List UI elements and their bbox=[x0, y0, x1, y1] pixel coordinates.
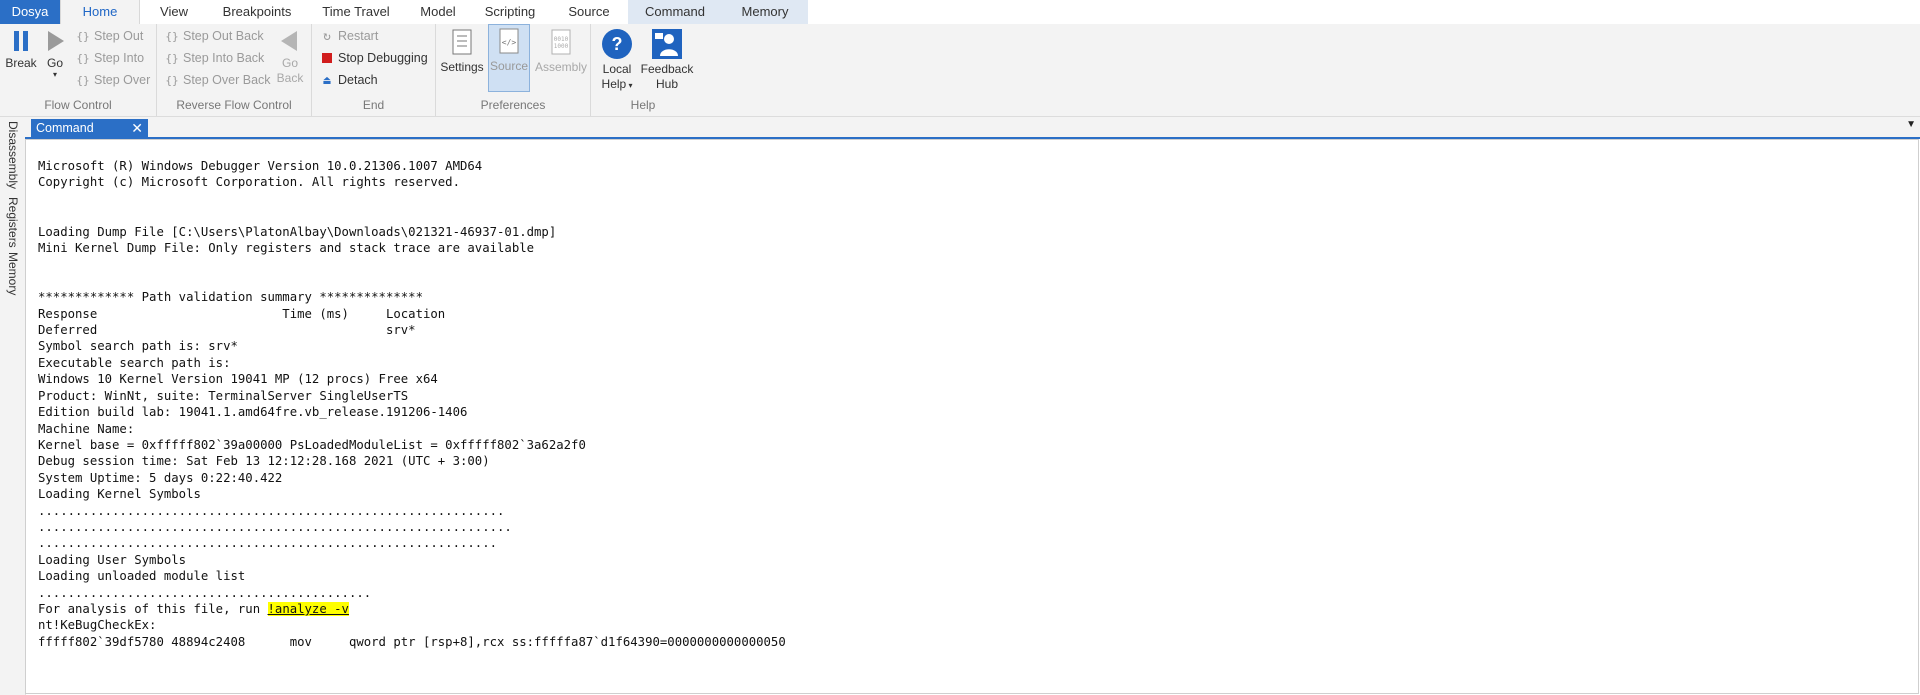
tab-view[interactable]: View bbox=[140, 0, 208, 24]
settings-button[interactable]: Settings bbox=[440, 26, 484, 75]
help-icon: ? bbox=[602, 29, 632, 59]
break-label: Break bbox=[5, 56, 37, 70]
tab-command[interactable]: Command bbox=[628, 0, 722, 24]
stop-debugging-button[interactable]: Stop Debugging bbox=[320, 48, 428, 68]
output-lines-before: Microsoft (R) Windows Debugger Version 1… bbox=[38, 159, 586, 600]
step-into-back-button[interactable]: {} Step Into Back bbox=[165, 48, 264, 68]
local-help-button[interactable]: ? Local Help ▾ bbox=[597, 26, 637, 93]
play-icon bbox=[48, 31, 64, 51]
stop-debugging-label: Stop Debugging bbox=[338, 51, 428, 65]
command-output-window[interactable]: Microsoft (R) Windows Debugger Version 1… bbox=[25, 139, 1919, 694]
restart-button[interactable]: ↻ Restart bbox=[320, 26, 378, 46]
svg-text:</>: </> bbox=[502, 38, 517, 47]
step-over-label: Step Over bbox=[94, 73, 151, 87]
command-output-text: Microsoft (R) Windows Debugger Version 1… bbox=[38, 158, 786, 650]
output-lines-after: nt!KeBugCheckEx: fffff802`39df5780 48894… bbox=[38, 618, 786, 649]
step-into-icon: {} bbox=[76, 52, 90, 65]
tab-memory[interactable]: Memory bbox=[722, 0, 808, 24]
go-back-label-line2: Back bbox=[276, 71, 304, 85]
go-label: Go bbox=[46, 56, 63, 70]
tab-scripting[interactable]: Scripting bbox=[470, 0, 550, 24]
document-tab-bar: Command ✕ ▼ bbox=[25, 117, 1920, 139]
step-over-back-label: Step Over Back bbox=[183, 73, 271, 87]
group-help: ? Local Help ▾ Feedback Hub Help bbox=[591, 24, 695, 116]
local-help-dropdown-icon: ▾ bbox=[626, 81, 633, 90]
assembly-mode-button[interactable]: 0010 1000 Assembly bbox=[534, 26, 588, 75]
step-out-icon: {} bbox=[76, 30, 90, 43]
feedback-hub-label-line2: Hub bbox=[655, 77, 678, 91]
settings-icon bbox=[452, 29, 472, 55]
preferences-group-label: Preferences bbox=[480, 98, 546, 112]
tab-breakpoints[interactable]: Breakpoints bbox=[208, 0, 306, 24]
analysis-prompt-text: For analysis of this file, run bbox=[38, 601, 268, 616]
tab-source[interactable]: Source bbox=[550, 0, 628, 24]
go-back-icon bbox=[281, 31, 297, 51]
settings-label: Settings bbox=[440, 60, 484, 74]
step-out-button[interactable]: {} Step Out bbox=[76, 26, 143, 46]
analyze-command-link[interactable]: !analyze -v bbox=[267, 601, 349, 616]
side-tab-registers[interactable]: Registers bbox=[6, 197, 20, 248]
tab-file[interactable]: Dosya bbox=[0, 0, 60, 24]
side-tab-memory[interactable]: Memory bbox=[6, 252, 20, 295]
group-flow-control: Break Go ▾ {} Step Out {} Step Into {} Step… bbox=[0, 24, 157, 116]
stop-icon bbox=[320, 49, 334, 69]
end-group-label: End bbox=[362, 98, 385, 112]
step-out-label: Step Out bbox=[94, 29, 144, 43]
group-reverse-flow-control: {} Step Out Back {} Step Into Back {} Step … bbox=[157, 24, 312, 116]
step-over-button[interactable]: {} Step Over bbox=[76, 70, 150, 90]
step-into-button[interactable]: {} Step Into bbox=[76, 48, 144, 68]
step-out-back-label: Step Out Back bbox=[183, 29, 264, 43]
ribbon: Break Go ▾ {} Step Out {} Step Into {} Step… bbox=[0, 24, 1920, 117]
side-tab-disassembly[interactable]: Disassembly bbox=[6, 121, 20, 189]
svg-text:?: ? bbox=[612, 34, 623, 54]
group-preferences: Settings </> Source 0010 1000 Assembly Pr… bbox=[436, 24, 591, 116]
local-help-label-line2: Help bbox=[601, 77, 627, 91]
feedback-hub-button[interactable]: Feedback Hub bbox=[639, 26, 695, 92]
flow-control-group-label: Flow Control bbox=[44, 98, 112, 112]
ribbon-tab-bar: Dosya Home View Breakpoints Time Travel … bbox=[0, 0, 1920, 24]
tab-time-travel[interactable]: Time Travel bbox=[306, 0, 406, 24]
restart-icon: ↻ bbox=[323, 29, 331, 44]
help-group-label: Help bbox=[630, 98, 656, 112]
step-out-back-button[interactable]: {} Step Out Back bbox=[165, 26, 264, 46]
side-tool-rail: Disassembly Registers Memory bbox=[0, 117, 26, 695]
restart-label: Restart bbox=[338, 29, 379, 43]
go-back-label-line1: Go bbox=[281, 56, 298, 70]
local-help-label-line1: Local bbox=[602, 62, 632, 76]
go-button[interactable]: Go ▾ bbox=[42, 26, 68, 79]
close-icon[interactable]: ✕ bbox=[131, 119, 143, 137]
break-button[interactable]: Break bbox=[4, 26, 38, 71]
feedback-hub-icon bbox=[652, 29, 682, 59]
svg-text:1000: 1000 bbox=[554, 43, 569, 50]
assembly-mode-label: Assembly bbox=[534, 60, 587, 74]
step-into-back-icon: {} bbox=[165, 52, 179, 65]
svg-text:0010: 0010 bbox=[554, 36, 569, 43]
step-over-back-button[interactable]: {} Step Over Back bbox=[165, 70, 271, 90]
command-tab-title: Command bbox=[36, 121, 94, 135]
command-document-tab[interactable]: Command ✕ bbox=[31, 119, 148, 137]
eject-icon: ⏏ bbox=[323, 73, 331, 87]
source-code-icon: </> bbox=[499, 28, 519, 54]
tab-home[interactable]: Home bbox=[60, 0, 140, 24]
group-end: ↻ Restart Stop Debugging ⏏ Detach End bbox=[312, 24, 436, 116]
detach-button[interactable]: ⏏ Detach bbox=[320, 70, 378, 90]
step-over-back-icon: {} bbox=[165, 74, 179, 87]
chevron-down-icon[interactable]: ▼ bbox=[1906, 119, 1916, 130]
go-back-button[interactable]: Go Back bbox=[273, 26, 307, 86]
feedback-hub-label-line1: Feedback bbox=[640, 62, 694, 76]
go-dropdown-icon: ▾ bbox=[52, 70, 57, 79]
source-mode-label: Source bbox=[489, 59, 529, 73]
step-out-back-icon: {} bbox=[165, 30, 179, 43]
step-into-label: Step Into bbox=[94, 51, 145, 65]
detach-label: Detach bbox=[338, 73, 378, 87]
tab-model[interactable]: Model bbox=[406, 0, 470, 24]
pause-icon bbox=[14, 31, 28, 51]
reverse-flow-group-label: Reverse Flow Control bbox=[176, 98, 292, 112]
assembly-icon: 00101000 bbox=[551, 29, 571, 55]
step-into-back-label: Step Into Back bbox=[183, 51, 265, 65]
source-mode-button[interactable]: </> Source bbox=[488, 24, 530, 92]
step-over-icon: {} bbox=[76, 74, 90, 87]
